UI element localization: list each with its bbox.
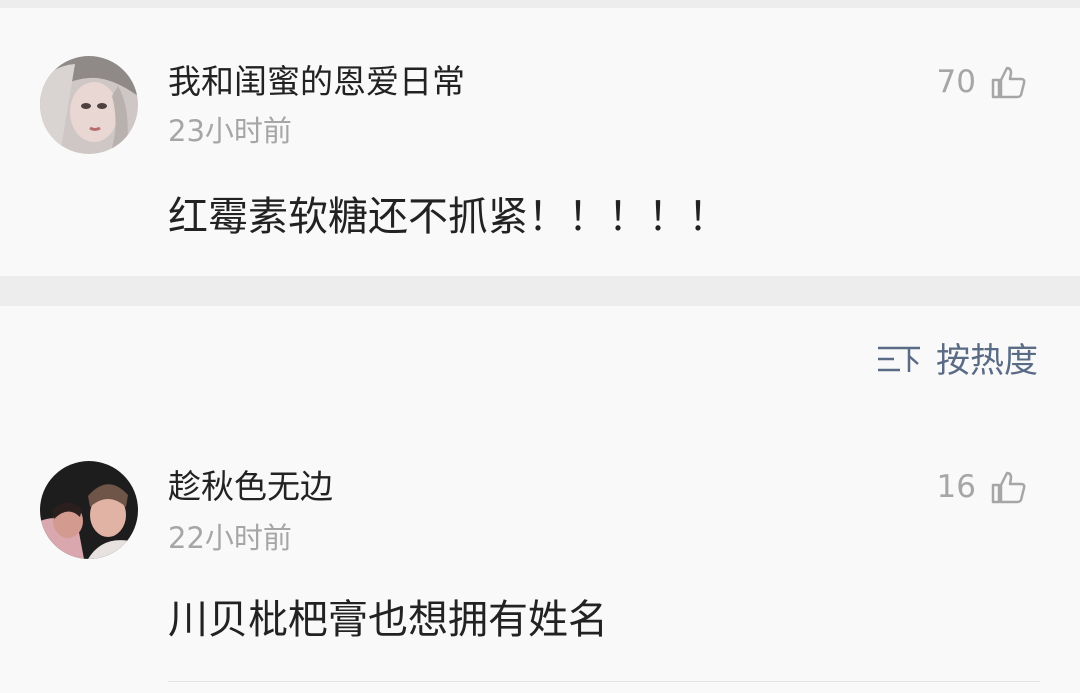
comment-card: 我和闺蜜的恩爱日常 23小时前 红霉素软糖还不抓紧！！！！！ 70 [0,8,1080,276]
sort-icon [876,342,922,380]
user-avatar[interactable] [40,56,138,154]
thumbs-up-icon [988,62,1028,102]
avatar-girl-photo-icon [40,56,138,154]
like-count: 16 [936,469,976,505]
sort-label: 按热度 [936,341,1038,381]
like-count: 70 [936,64,976,100]
comment-text: 红霉素软糖还不抓紧！！！！！ [168,194,728,240]
timestamp: 22小时前 [168,521,292,555]
sort-button[interactable]: 按热度 [876,336,1038,386]
username[interactable]: 趁秋色无边 [168,467,333,507]
username[interactable]: 我和闺蜜的恩爱日常 [168,62,465,102]
avatar-couple-photo-icon [40,461,138,559]
user-avatar[interactable] [40,461,138,559]
timestamp: 23小时前 [168,114,292,148]
like-button[interactable]: 70 [937,60,1028,104]
like-button[interactable]: 16 [937,465,1028,509]
comment-text: 川贝枇杷膏也想拥有姓名 [168,597,608,643]
thumbs-up-icon [988,467,1028,507]
comment-divider [168,681,1040,682]
